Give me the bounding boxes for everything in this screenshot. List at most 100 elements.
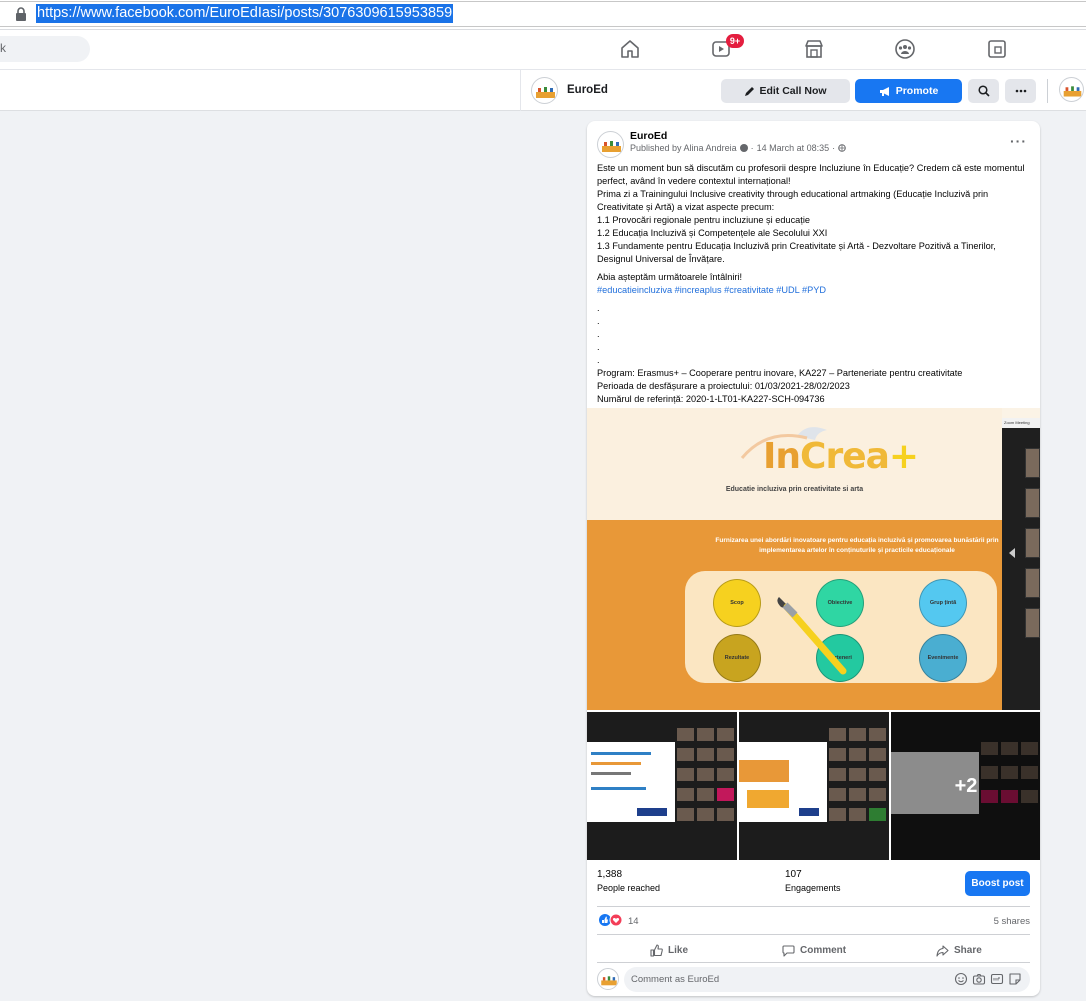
page-avatar[interactable] (531, 77, 558, 104)
lock-icon (16, 7, 26, 21)
post-text: Este un moment bun să discutăm cu profes… (597, 162, 1032, 406)
promote-button[interactable]: Promote (855, 79, 962, 103)
post-card: EuroEd Published by Alina Andreia · 14 M… (587, 121, 1040, 996)
reaction-count[interactable]: 14 (628, 916, 639, 927)
post-closing: Abia așteptăm următoarele întâlniri! (597, 272, 743, 282)
post-body: Este un moment bun să discutăm cu profes… (597, 163, 1025, 264)
browser-address-bar: https://www.facebook.com/EuroEdIasi/post… (0, 0, 1086, 30)
post-main-image[interactable]: InCrea+ Educatie incluziva prin creativi… (587, 408, 1040, 710)
marketplace-icon[interactable] (803, 38, 825, 60)
zoom-meeting-window: Zoom Meeting (1002, 418, 1040, 710)
like-button[interactable]: Like (650, 939, 688, 961)
post-author-avatar[interactable] (597, 131, 624, 158)
promote-label: Promote (895, 85, 939, 97)
search-input-text: k (0, 41, 6, 55)
participant-grid (677, 728, 737, 848)
post-date[interactable]: 14 March at 08:35 (757, 143, 830, 153)
emoji-icon[interactable] (954, 972, 968, 986)
gaming-icon[interactable] (986, 38, 1008, 60)
shared-screen (739, 742, 827, 822)
euroed-logo-icon (536, 87, 555, 98)
chevron-left-icon (1009, 548, 1015, 558)
zoom-participant-tile (1025, 488, 1040, 518)
zoom-participant-tile (1025, 568, 1040, 598)
share-icon (936, 944, 949, 957)
circle-label: Evenimente (927, 655, 959, 661)
search-icon (977, 85, 990, 97)
divider (1047, 79, 1048, 103)
boost-post-button[interactable]: Boost post (965, 871, 1030, 896)
published-by[interactable]: Published by Alina Andreia (630, 143, 737, 153)
slide-header: InCrea+ Educatie incluziva prin creativi… (587, 408, 1002, 520)
photo-thumbnail-more[interactable]: +2 (891, 712, 1040, 860)
page-name[interactable]: EuroEd (567, 84, 608, 96)
megaphone-icon (879, 86, 889, 96)
comment-placeholder: Comment as EuroEd (631, 974, 720, 985)
shared-screen (587, 742, 675, 822)
globe-icon[interactable] (838, 144, 846, 152)
home-icon[interactable] (619, 38, 641, 60)
circle-scop: Scop (713, 579, 761, 627)
like-label: Like (668, 944, 689, 956)
post-hashtags[interactable]: #educatieincluziva #increaplus #creativi… (597, 284, 1032, 297)
reactions-icon[interactable] (598, 913, 624, 927)
logo-in: In (763, 436, 801, 477)
share-button[interactable]: Share (936, 939, 982, 961)
people-reached-value: 1,388 (597, 869, 623, 880)
account-avatar[interactable] (1059, 77, 1084, 102)
photo-thumbnail[interactable] (587, 712, 737, 860)
circle-evenimente: Evenimente (919, 634, 967, 682)
people-reached-label: People reached (597, 883, 661, 893)
divider (597, 962, 1030, 963)
url-text[interactable]: https://www.facebook.com/EuroEdIasi/post… (36, 4, 454, 23)
share-label: Share (954, 944, 982, 956)
divider (597, 934, 1030, 935)
comment-button[interactable]: Comment (782, 939, 846, 961)
post-author-name[interactable]: EuroEd (630, 130, 667, 142)
circle-label: Grup țintă (929, 600, 957, 606)
facebook-top-nav: k 9+ (0, 30, 1086, 70)
zoom-title: Zoom Meeting (1002, 418, 1040, 428)
info-icon (739, 144, 748, 152)
pencil-icon (745, 86, 755, 96)
commenter-avatar[interactable] (597, 968, 619, 990)
divider (597, 906, 1030, 907)
thumbs-up-icon (650, 943, 663, 957)
sticker-icon[interactable] (1008, 972, 1022, 986)
paintbrush-icon (777, 597, 847, 675)
photo-thumbnails: +2 (587, 712, 1040, 860)
search-input[interactable]: k (0, 36, 90, 62)
participant-grid (829, 728, 889, 848)
presentation-slide: InCrea+ Educatie incluziva prin creativi… (587, 408, 1002, 710)
circle-rezultate: Rezultate (713, 634, 761, 682)
edit-call-now-label: Edit Call Now (759, 85, 827, 97)
more-photos-overlay[interactable]: +2 (891, 712, 1040, 860)
comment-input[interactable]: Comment as EuroEd (624, 967, 1030, 992)
euroed-logo-icon (601, 976, 617, 986)
engagements-label: Engagements (785, 883, 841, 893)
search-button[interactable] (968, 79, 999, 103)
post-options-icon[interactable]: ··· (1010, 133, 1027, 149)
increa-logo: InCrea+ (763, 436, 919, 477)
zoom-participant-tile (1025, 528, 1040, 558)
circle-label: Rezultate (724, 655, 750, 661)
more-dots-icon (1015, 89, 1026, 93)
camera-icon[interactable] (972, 972, 986, 986)
watch-notification-badge: 9+ (726, 34, 744, 48)
more-options-button[interactable] (1005, 79, 1036, 103)
gif-icon[interactable] (990, 972, 1004, 986)
photo-thumbnail[interactable] (739, 712, 889, 860)
zoom-participant-tile (1025, 448, 1040, 478)
logo-subtitle: Educatie incluziva prin creativitate si … (725, 486, 864, 493)
comment-label: Comment (800, 944, 847, 956)
groups-icon[interactable] (894, 38, 916, 60)
comment-icon (782, 944, 795, 957)
edit-call-now-button[interactable]: Edit Call Now (721, 79, 850, 103)
zoom-participant-tile (1025, 608, 1040, 638)
engagements-value: 107 (785, 869, 802, 880)
page-header-bar: EuroEd Edit Call Now Promote (0, 70, 1086, 111)
share-count[interactable]: 5 shares (967, 916, 1030, 927)
post-dots: . . . . . (597, 303, 600, 365)
meta-separator: · (832, 143, 836, 153)
circle-label: Scop (730, 600, 744, 606)
